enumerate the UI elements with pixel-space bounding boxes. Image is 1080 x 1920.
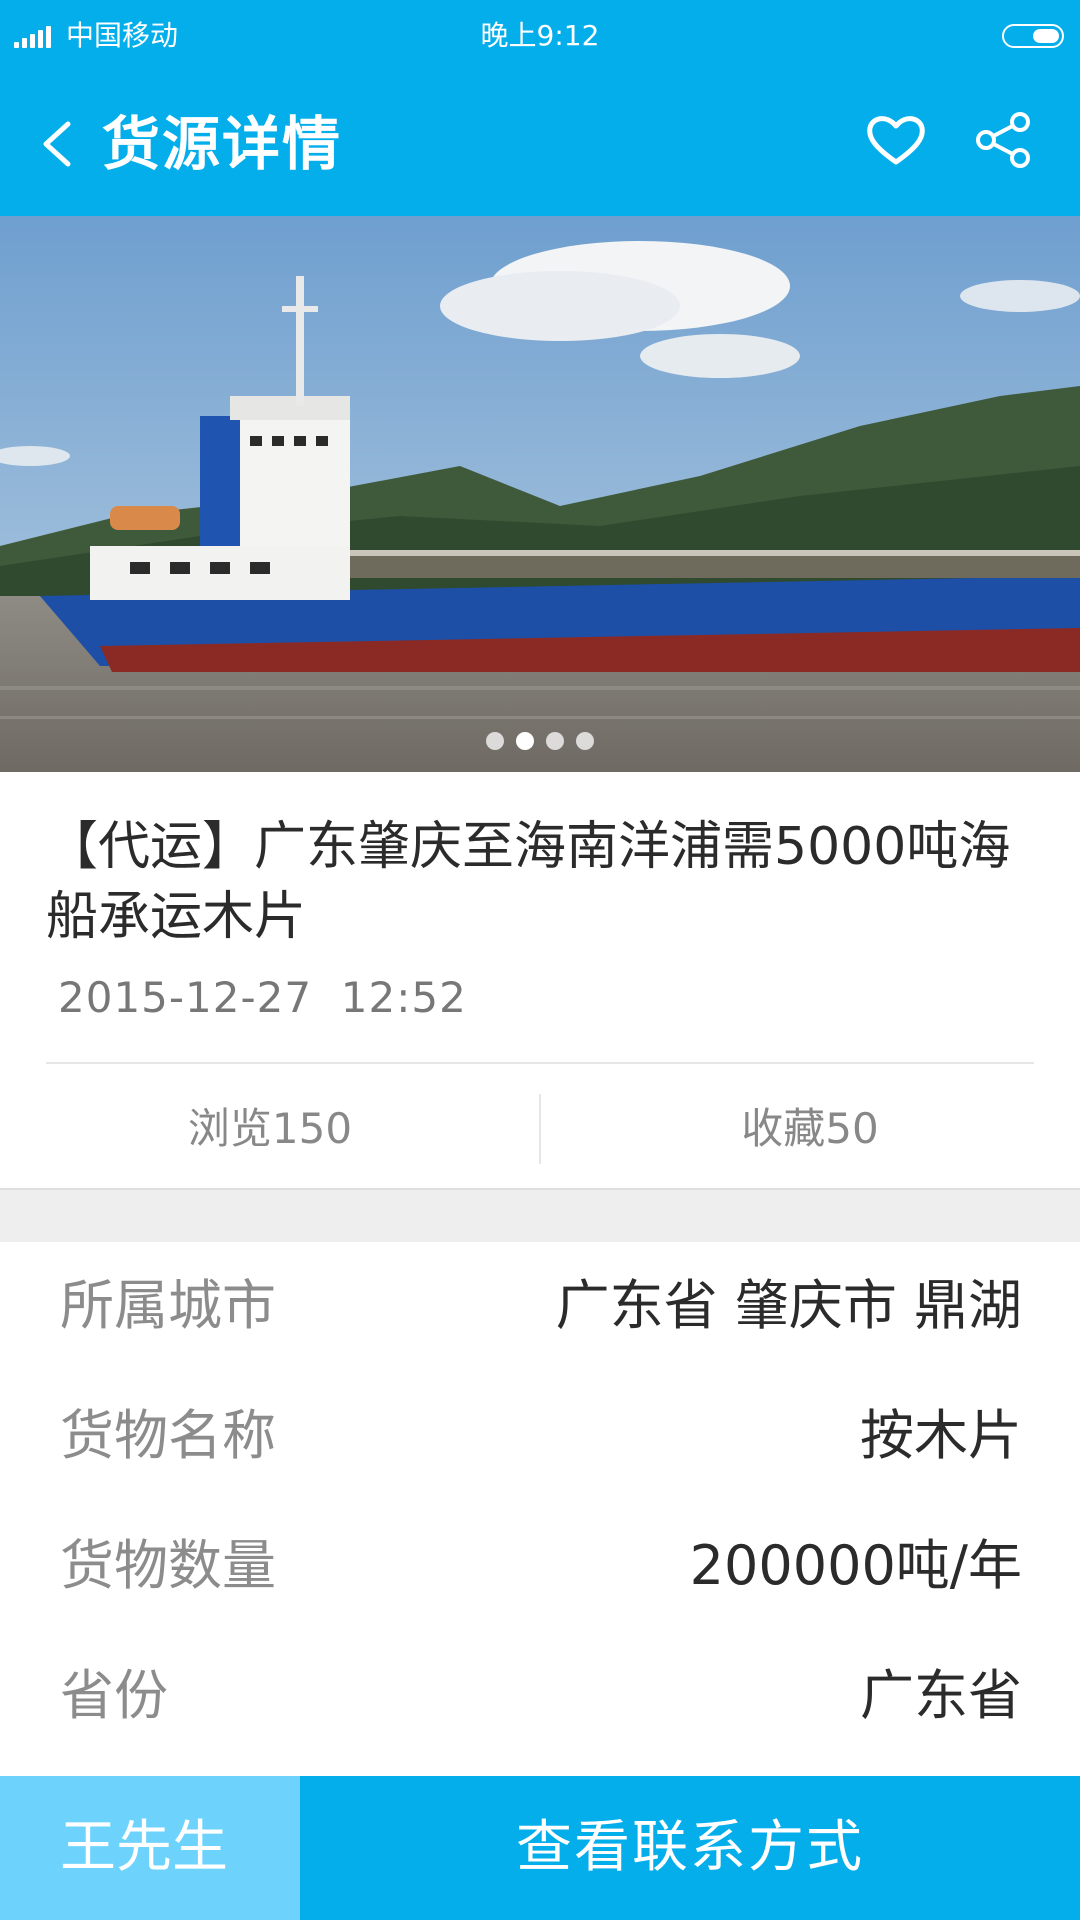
back-icon[interactable] <box>36 112 80 176</box>
carousel-dot[interactable] <box>546 732 564 750</box>
share-icon[interactable] <box>972 108 1036 172</box>
info-row-province: 省份 广东省 <box>0 1632 1080 1762</box>
heart-icon[interactable] <box>864 108 928 172</box>
view-contact-button[interactable]: 查看联系方式 <box>300 1776 1080 1920</box>
app-header: 货源详情 <box>0 72 1080 216</box>
battery-icon <box>1002 24 1064 48</box>
view-count: 浏览150 <box>187 1104 353 1153</box>
status-time: 晚上9:12 <box>480 19 600 52</box>
cargo-summary: 【代运】广东肇庆至海南洋浦需5000吨海船承运木片 2015-12-27 12:… <box>0 772 1080 1188</box>
cargo-info-list: 所属城市 广东省 肇庆市 鼎湖 货物名称 按木片 货物数量 200000吨/年 … <box>0 1242 1080 1776</box>
info-row-cargo-quantity: 货物数量 200000吨/年 <box>0 1502 1080 1632</box>
info-label: 货物数量 <box>60 1534 276 1597</box>
info-label: 货物名称 <box>60 1404 276 1467</box>
post-date: 2015-12-27 <box>58 973 313 1022</box>
info-value: 广东省 肇庆市 鼎湖 <box>555 1274 1022 1337</box>
info-label: 省份 <box>60 1664 168 1727</box>
info-value: 广东省 <box>860 1664 1022 1727</box>
info-label: 所属城市 <box>60 1274 276 1337</box>
divider <box>46 1062 1034 1064</box>
carousel-indicator[interactable] <box>0 732 1080 750</box>
post-timestamp: 2015-12-27 12:52 <box>58 972 467 1024</box>
info-row-city: 所属城市 广东省 肇庆市 鼎湖 <box>0 1242 1080 1372</box>
info-value: 按木片 <box>860 1404 1022 1467</box>
carousel-dot-active[interactable] <box>516 732 534 750</box>
page-title: 货源详情 <box>102 110 343 178</box>
status-bar: 中国移动 晚上9:12 <box>0 0 1080 72</box>
info-value: 200000吨/年 <box>689 1534 1022 1597</box>
section-gap <box>0 1190 1080 1242</box>
bottom-action-bar: 王先生 查看联系方式 <box>0 1776 1080 1920</box>
post-time: 12:52 <box>340 973 467 1022</box>
contact-name[interactable]: 王先生 <box>0 1776 300 1920</box>
favorite-count: 收藏50 <box>741 1104 879 1153</box>
info-row-cargo-name: 货物名称 按木片 <box>0 1372 1080 1502</box>
carousel-dot[interactable] <box>486 732 504 750</box>
cargo-ship-photo[interactable] <box>0 216 1080 772</box>
cargo-title: 【代运】广东肇庆至海南洋浦需5000吨海船承运木片 <box>46 817 1011 947</box>
carousel-dot[interactable] <box>576 732 594 750</box>
